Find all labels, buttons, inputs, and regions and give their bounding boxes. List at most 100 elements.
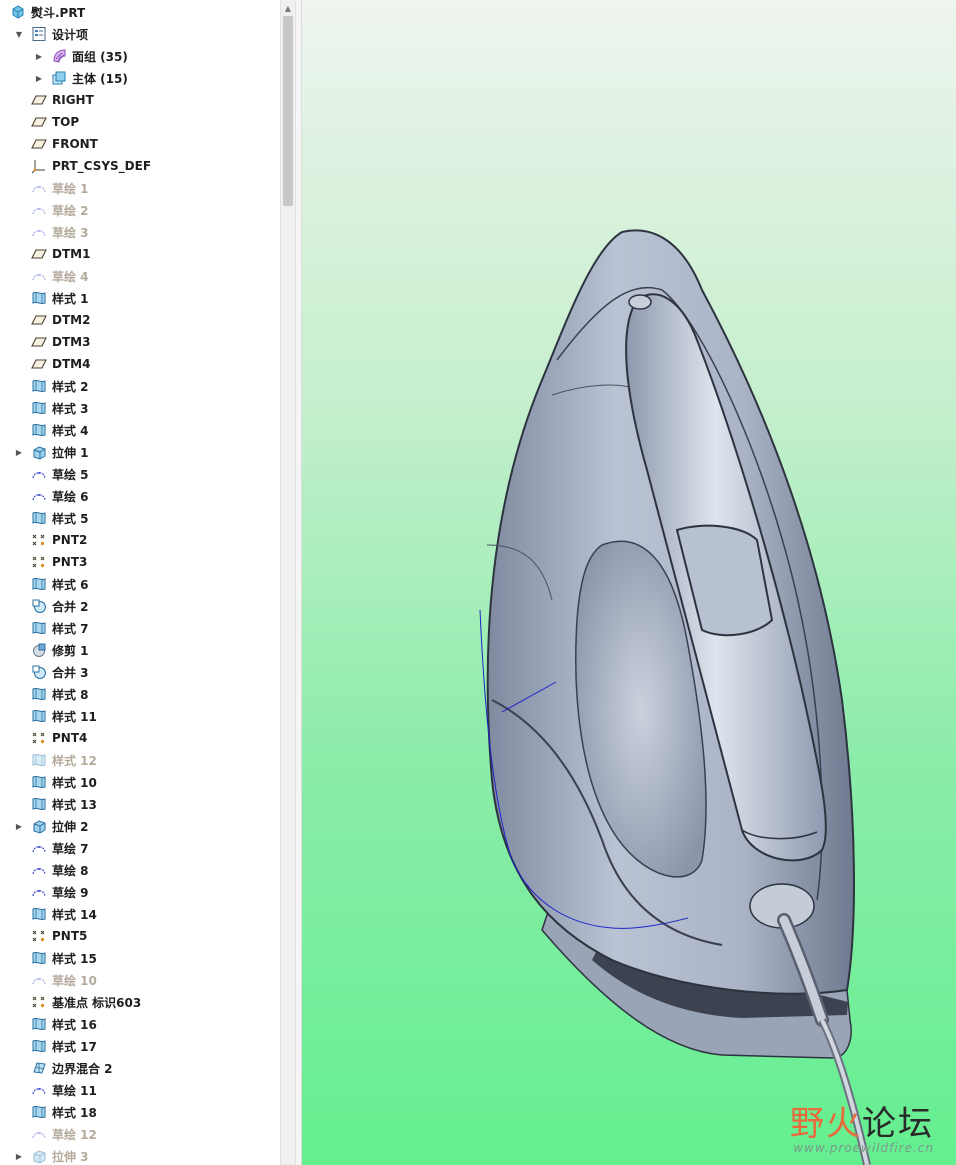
- tree-item[interactable]: 修剪 1: [0, 639, 280, 661]
- sketch-icon: [31, 1082, 47, 1098]
- tree-item[interactable]: 样式 14: [0, 903, 280, 925]
- tree-item[interactable]: PNT3: [0, 551, 280, 573]
- trim-icon: [31, 642, 47, 658]
- tree-item[interactable]: 草绘 3: [0, 221, 280, 243]
- collapse-arrow-icon[interactable]: ▼: [14, 29, 24, 39]
- tree-item[interactable]: 样式 13: [0, 793, 280, 815]
- tree-item[interactable]: ▶ 主体 (15): [0, 67, 280, 89]
- tree-item[interactable]: DTM1: [0, 243, 280, 265]
- tree-item[interactable]: ▶ 拉伸 3: [0, 1145, 280, 1165]
- tree-item-label: PNT3: [52, 555, 88, 569]
- tree-item-label: 基准点 标识603: [52, 995, 142, 1010]
- tree-item[interactable]: 样式 7: [0, 617, 280, 639]
- tree-item[interactable]: 样式 16: [0, 1013, 280, 1035]
- tree-item[interactable]: 草绘 11: [0, 1079, 280, 1101]
- tree-item[interactable]: 草绘 4: [0, 265, 280, 287]
- expand-arrow-icon[interactable]: ▶: [34, 51, 44, 61]
- tree-item[interactable]: 合并 3: [0, 661, 280, 683]
- scroll-thumb[interactable]: [283, 16, 293, 206]
- tree-item[interactable]: 边界混合 2: [0, 1057, 280, 1079]
- tree-item[interactable]: 基准点 标识603: [0, 991, 280, 1013]
- tree-item[interactable]: TOP: [0, 111, 280, 133]
- tree-item[interactable]: 样式 3: [0, 397, 280, 419]
- expand-arrow-icon[interactable]: ▶: [34, 73, 44, 83]
- tree-item[interactable]: 草绘 7: [0, 837, 280, 859]
- tree-item[interactable]: 样式 12: [0, 749, 280, 771]
- expand-arrow-icon[interactable]: ▶: [14, 447, 24, 457]
- tree-item[interactable]: ▼ 设计项: [0, 23, 280, 45]
- style-icon: [31, 620, 47, 636]
- tree-item-label: 样式 12: [52, 753, 97, 768]
- expand-arrow-icon[interactable]: ▶: [14, 821, 24, 831]
- tree-item[interactable]: 草绘 2: [0, 199, 280, 221]
- tree-item-label: 设计项: [52, 27, 89, 42]
- tree-item[interactable]: 样式 6: [0, 573, 280, 595]
- tree-item-label: DTM4: [52, 357, 91, 371]
- style-icon: [31, 708, 47, 724]
- datum-point-icon: [31, 730, 47, 746]
- tree-item-label: 面组 (35): [72, 49, 128, 64]
- datum-plane-icon: [31, 312, 47, 328]
- tree-item[interactable]: PNT5: [0, 925, 280, 947]
- tree-item[interactable]: 合并 2: [0, 595, 280, 617]
- tree-item-label: 样式 16: [52, 1017, 97, 1032]
- style-icon: [31, 906, 47, 922]
- water-inlet: [628, 294, 652, 310]
- tree-item-label: 样式 4: [52, 423, 89, 438]
- tree-item[interactable]: 样式 11: [0, 705, 280, 727]
- extrude-icon: [31, 1148, 47, 1164]
- tree-item-label: 草绘 2: [52, 203, 89, 218]
- tree-item[interactable]: ▶ 拉伸 1: [0, 441, 280, 463]
- style-icon: [31, 378, 47, 394]
- sketch-icon: [31, 466, 47, 482]
- tree-item[interactable]: 样式 5: [0, 507, 280, 529]
- tree-item-label: 样式 14: [52, 907, 97, 922]
- tree-item[interactable]: 样式 2: [0, 375, 280, 397]
- tree-item[interactable]: 样式 10: [0, 771, 280, 793]
- tree-item[interactable]: 草绘 12: [0, 1123, 280, 1145]
- tree-item[interactable]: ▶ 面组 (35): [0, 45, 280, 67]
- tree-item[interactable]: DTM3: [0, 331, 280, 353]
- tree-item-label: PNT4: [52, 731, 88, 745]
- tree-item[interactable]: 草绘 8: [0, 859, 280, 881]
- tree-item[interactable]: DTM4: [0, 353, 280, 375]
- tree-item[interactable]: DTM2: [0, 309, 280, 331]
- tree-item-label: 草绘 1: [52, 181, 89, 196]
- tree-item-label: 拉伸 3: [52, 1149, 89, 1164]
- tree-item[interactable]: 样式 15: [0, 947, 280, 969]
- tree-item[interactable]: FRONT: [0, 133, 280, 155]
- sketch-icon: [31, 202, 47, 218]
- tree-item[interactable]: 草绘 1: [0, 177, 280, 199]
- tree-item[interactable]: 草绘 10: [0, 969, 280, 991]
- scroll-up-arrow-icon[interactable]: ▲: [281, 0, 295, 16]
- tree-item-label: DTM2: [52, 313, 91, 327]
- tree-item-label: TOP: [52, 115, 80, 129]
- tree-item[interactable]: 草绘 5: [0, 463, 280, 485]
- tree-item[interactable]: 样式 18: [0, 1101, 280, 1123]
- tree-item-label: 样式 7: [52, 621, 89, 636]
- tree-item[interactable]: 草绘 9: [0, 881, 280, 903]
- tree-item[interactable]: 熨斗.PRT: [0, 1, 280, 23]
- graphics-viewport[interactable]: 野火论坛 www.proewildfire.cn: [302, 0, 956, 1165]
- style-icon: [31, 400, 47, 416]
- tree-item-label: 样式 6: [52, 577, 89, 592]
- tree-item-label: 边界混合 2: [52, 1061, 113, 1076]
- tree-item[interactable]: ▶ 拉伸 2: [0, 815, 280, 837]
- extrude-icon: [31, 444, 47, 460]
- tree-item[interactable]: 样式 1: [0, 287, 280, 309]
- expand-arrow-icon[interactable]: ▶: [14, 1151, 24, 1161]
- tree-item-label: PNT5: [52, 929, 88, 943]
- watermark-url: www.proewildfire.cn: [793, 1141, 934, 1155]
- tree-item[interactable]: 草绘 6: [0, 485, 280, 507]
- datum-plane-icon: [31, 114, 47, 130]
- tree-item[interactable]: RIGHT: [0, 89, 280, 111]
- tree-item[interactable]: 样式 8: [0, 683, 280, 705]
- style-icon: [31, 796, 47, 812]
- tree-item[interactable]: PNT2: [0, 529, 280, 551]
- tree-scrollbar[interactable]: ▲: [280, 0, 296, 1165]
- tree-item[interactable]: 样式 4: [0, 419, 280, 441]
- tree-item[interactable]: 样式 17: [0, 1035, 280, 1057]
- tree-item-label: 样式 11: [52, 709, 97, 724]
- tree-item[interactable]: PNT4: [0, 727, 280, 749]
- tree-item[interactable]: PRT_CSYS_DEF: [0, 155, 280, 177]
